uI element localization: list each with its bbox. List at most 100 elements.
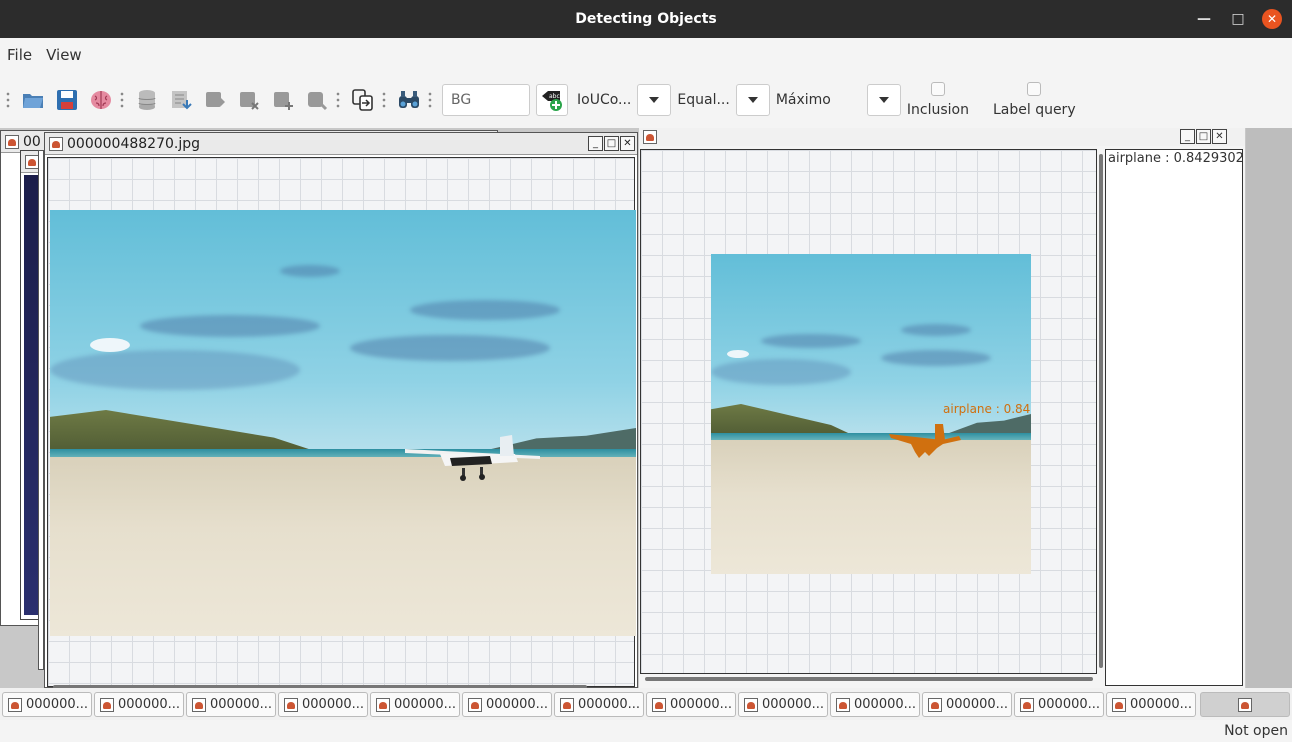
inclusion-checkbox-label: Inclusion (906, 102, 969, 118)
tag-comment-button[interactable] (303, 86, 331, 114)
equal-combo-label: Equal... (677, 92, 730, 108)
image-subwindow-header[interactable]: 000000488270.jpg _ □ ✕ (45, 133, 637, 155)
task-item[interactable]: 000000... (738, 692, 828, 717)
image-window-icon (49, 136, 63, 151)
maximo-combo-dropdown[interactable] (866, 84, 901, 116)
task-item[interactable]: 000000... (2, 692, 92, 717)
task-item[interactable]: 000000... (94, 692, 184, 717)
tag-add-button[interactable] (201, 86, 229, 114)
svg-text:abc: abc (549, 93, 560, 100)
airplane-photo (405, 435, 540, 481)
minimize-icon[interactable]: _ (588, 136, 603, 151)
brain-button[interactable] (87, 86, 115, 114)
binoculars-button[interactable] (395, 86, 423, 114)
equal-combo-dropdown[interactable] (735, 84, 770, 116)
task-item[interactable]: 000000... (646, 692, 736, 717)
tag-comment-icon (308, 92, 328, 111)
binoculars-icon (399, 91, 419, 108)
database-icon (138, 90, 156, 110)
task-item[interactable]: 000000... (370, 692, 460, 717)
result-subwindow-controls: _ □ ✕ (1180, 129, 1227, 144)
tag-remove-button[interactable] (235, 86, 263, 114)
toolbar-grip-5[interactable] (428, 91, 432, 109)
minimize-icon[interactable]: _ (1180, 129, 1195, 144)
task-item[interactable]: 000000... (1014, 692, 1104, 717)
label-query-checkbox-box[interactable] (1027, 82, 1042, 96)
image-canvas[interactable] (47, 157, 636, 687)
add-label-button[interactable]: abc (536, 84, 568, 116)
mdi-vscroll-area[interactable] (1246, 128, 1292, 688)
close-icon[interactable]: ✕ (620, 136, 635, 151)
maximize-icon[interactable]: □ (1196, 129, 1211, 144)
database-button[interactable] (133, 86, 161, 114)
menu-view[interactable]: View (46, 46, 82, 64)
image-subwindow-controls: _ □ ✕ (588, 136, 635, 151)
image-window-icon (744, 697, 758, 712)
label-query-checkbox-label: Label query (992, 102, 1076, 118)
image-window-icon (468, 697, 482, 712)
task-item[interactable]: 000000... (922, 692, 1012, 717)
image-window-icon (643, 130, 657, 144)
maximize-icon[interactable]: □ (1228, 9, 1248, 29)
image-window-icon (8, 697, 22, 712)
inclusion-checkbox-box[interactable] (930, 82, 945, 96)
detection-list-panel: airplane : 0.8429302 (1105, 149, 1244, 686)
menu-bar: File View (0, 38, 1292, 72)
mdi-workspace: 00 000000488270.jpg _ □ ✕ _ □ ✕ airplane… (0, 128, 1292, 688)
task-item[interactable]: 000000... (554, 692, 644, 717)
inclusion-checkbox[interactable]: Inclusion (907, 82, 969, 118)
maximize-icon[interactable]: □ (604, 136, 619, 151)
maximo-combo-label: Máximo (775, 92, 831, 108)
image-window-icon (928, 697, 942, 712)
open-folder-button[interactable] (19, 86, 47, 114)
result-subwindow-header[interactable]: _ □ ✕ (639, 128, 1245, 146)
result-canvas-hscroll[interactable] (645, 677, 1093, 681)
folder-open-icon (23, 94, 43, 108)
copy-arrow-button[interactable] (349, 86, 377, 114)
result-canvas-vscroll[interactable] (1099, 154, 1103, 668)
save-button[interactable] (53, 86, 81, 114)
toolbar-grip-4[interactable] (382, 91, 386, 109)
image-window-icon (1238, 697, 1252, 712)
database-import-button[interactable] (167, 86, 195, 114)
task-item-active[interactable] (1200, 692, 1290, 717)
copy-arrow-icon (352, 89, 373, 111)
image-window-icon (376, 697, 390, 712)
minimize-icon[interactable]: — (1194, 9, 1214, 29)
close-icon[interactable]: ✕ (1212, 129, 1227, 144)
image-window-icon (1020, 697, 1034, 712)
toolbar-grip-2[interactable] (120, 91, 124, 109)
detection-list-item[interactable]: airplane : 0.8429302 (1106, 150, 1244, 167)
result-subwindow[interactable]: _ □ ✕ airplane : 0.84 airplane: 0.84293… (639, 128, 1245, 688)
image-window-icon (1112, 697, 1126, 712)
iou-combo-dropdown[interactable] (637, 84, 672, 116)
task-item[interactable]: 000000... (830, 692, 920, 717)
image-window-icon (284, 697, 298, 712)
task-item[interactable]: 000000... (1106, 692, 1196, 717)
task-item[interactable]: 000000... (462, 692, 552, 717)
task-item[interactable]: 000000... (278, 692, 368, 717)
tag-plus-button[interactable] (269, 86, 297, 114)
save-icon (57, 90, 77, 110)
window-title: Detecting Objects (575, 11, 717, 27)
detection-overlay-label: airplane : 0.84 (943, 402, 1031, 416)
image-subwindow[interactable]: 000000488270.jpg _ □ ✕ (44, 132, 638, 688)
menu-file[interactable]: File (7, 46, 32, 64)
result-canvas[interactable]: airplane : 0.84 (640, 149, 1097, 674)
airplane-mask (889, 424, 961, 458)
background-label-input[interactable]: BG (442, 84, 530, 116)
toolbar-grip-3[interactable] (336, 91, 340, 109)
source-photo (50, 210, 636, 636)
image-subwindow-title: 000000488270.jpg (67, 135, 200, 152)
image-window-icon (652, 697, 666, 712)
label-abc-add-icon: abc (542, 91, 562, 111)
toolbar-grip[interactable] (6, 91, 10, 109)
white-cloud (90, 338, 130, 352)
label-query-checkbox[interactable]: Label query (993, 82, 1076, 118)
status-bar: Not open (0, 720, 1292, 742)
image-window-icon (192, 697, 206, 712)
status-text: Not open (1224, 723, 1288, 739)
close-icon[interactable]: ✕ (1262, 9, 1282, 29)
image-window-icon (836, 697, 850, 712)
task-item[interactable]: 000000... (186, 692, 276, 717)
